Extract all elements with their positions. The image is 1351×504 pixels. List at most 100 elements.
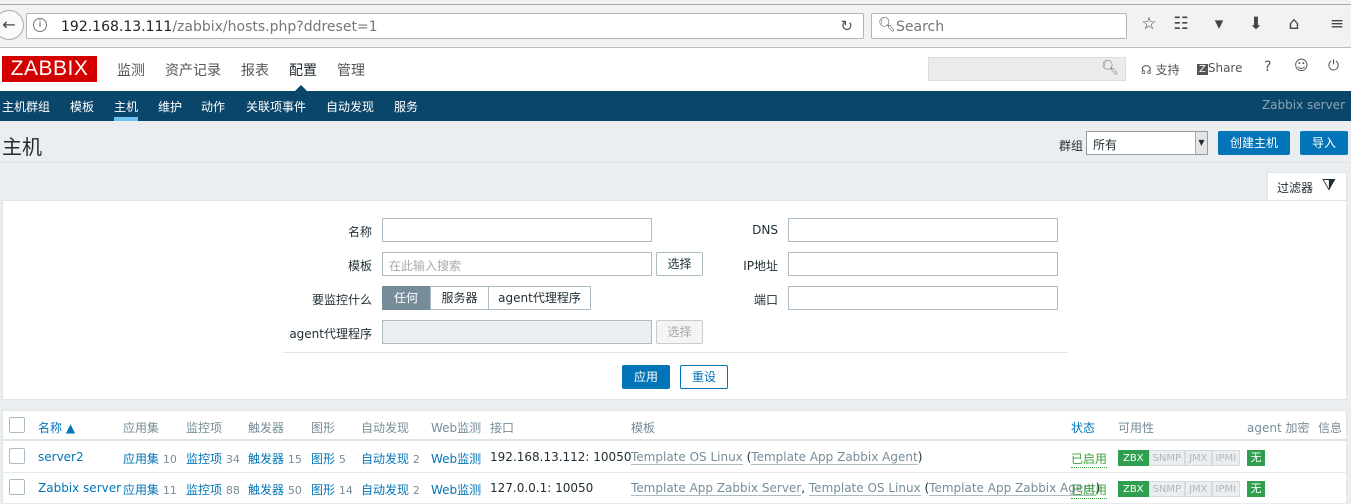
availability-ipmi: IPMI: [1211, 481, 1241, 497]
import-button[interactable]: 导入: [1300, 131, 1348, 155]
dns-label: DNS: [752, 223, 778, 237]
support-link[interactable]: ☊ 支持: [1141, 61, 1180, 78]
discovery-count: 2: [412, 484, 420, 497]
items-link[interactable]: 监控项 34: [186, 450, 240, 467]
template-label: 模板: [347, 259, 372, 273]
header-divider: [3, 439, 1346, 441]
host-name-link[interactable]: server2: [38, 450, 84, 464]
header-status[interactable]: 状态: [1071, 419, 1095, 436]
interface: 127.0.0.1: 10050: [490, 481, 594, 495]
select-all-checkbox[interactable]: [9, 417, 25, 433]
port-input[interactable]: [788, 286, 1058, 310]
share-label: Share: [1207, 61, 1243, 75]
ip-label: IP地址: [743, 259, 778, 273]
search-icon[interactable]: 🔍︎: [1101, 60, 1119, 76]
global-search-input[interactable]: 🔍︎: [928, 57, 1126, 81]
menu-inventory[interactable]: 资产记录: [165, 60, 221, 80]
host-name-link[interactable]: Zabbix server: [38, 481, 121, 495]
template-link[interactable]: Template App Zabbix Server: [631, 481, 802, 496]
graphs-label: 图形: [311, 452, 336, 466]
nav-discovery[interactable]: 自动发现: [326, 98, 374, 115]
nav-hosts[interactable]: 主机: [114, 98, 138, 115]
browser-search[interactable]: 🔍︎ Search: [871, 13, 1127, 39]
row-checkbox[interactable]: [9, 448, 25, 464]
info-icon[interactable]: i: [33, 18, 47, 32]
monitored-by-server[interactable]: 服务器: [430, 286, 489, 310]
reload-icon[interactable]: ↻: [840, 17, 853, 35]
discovery-link[interactable]: 自动发现 2: [361, 481, 420, 498]
nav-templates[interactable]: 模板: [70, 98, 94, 115]
ip-input[interactable]: [788, 252, 1058, 276]
active-nav-indicator: [114, 117, 138, 121]
header-name[interactable]: 名称 ▲: [38, 419, 75, 436]
row-checkbox[interactable]: [9, 479, 25, 495]
url-path: /zabbix/hosts.php?ddreset=1: [172, 19, 378, 35]
help-icon[interactable]: ?: [1264, 59, 1271, 75]
share-link[interactable]: Z Share: [1197, 61, 1243, 75]
template-select-button[interactable]: 选择: [656, 252, 703, 276]
items-link[interactable]: 监控项 88: [186, 481, 240, 498]
template-link[interactable]: Template OS Linux: [808, 481, 921, 496]
group-select[interactable]: 所有 ▼: [1086, 131, 1208, 155]
pocket-icon[interactable]: ▾: [1208, 14, 1230, 34]
nav-actions[interactable]: 动作: [201, 98, 225, 115]
triggers-link[interactable]: 触发器 50: [248, 481, 302, 498]
monitored-by-any[interactable]: 任何: [382, 286, 430, 310]
parent-template-link[interactable]: Template App Zabbix Agent: [751, 450, 918, 465]
divider: [0, 162, 1351, 163]
name-input[interactable]: [382, 218, 652, 242]
status-toggle[interactable]: 已启用: [1071, 481, 1108, 499]
menu-administration[interactable]: 管理: [337, 60, 365, 80]
menu-reports[interactable]: 报表: [241, 60, 269, 80]
header-items: 监控项: [186, 421, 223, 435]
availability-zbx: ZBX: [1118, 450, 1149, 466]
discovery-count: 2: [412, 453, 420, 466]
availability-badges: ZBX SNMP JMX IPMI: [1118, 450, 1241, 466]
applications-link[interactable]: 应用集 10: [123, 450, 177, 467]
triggers-link[interactable]: 触发器 15: [248, 450, 302, 467]
web-link[interactable]: Web监测: [431, 450, 481, 467]
user-profile-icon[interactable]: ☺: [1294, 58, 1309, 74]
graphs-count: 5: [338, 453, 346, 466]
template-link[interactable]: Template OS Linux: [631, 450, 743, 465]
availability-snmp: SNMP: [1148, 481, 1186, 497]
reading-list-icon[interactable]: ☷: [1170, 14, 1192, 34]
menu-monitoring[interactable]: 监测: [117, 60, 145, 80]
header-applications: 应用集: [123, 421, 160, 435]
header-triggers: 触发器: [248, 421, 285, 435]
applications-link[interactable]: 应用集 11: [123, 481, 177, 498]
apply-button[interactable]: 应用: [622, 365, 670, 389]
menu-icon[interactable]: ≡: [1326, 14, 1348, 34]
discovery-link[interactable]: 自动发现 2: [361, 450, 420, 467]
download-icon[interactable]: ⬇: [1245, 14, 1267, 34]
menu-configuration[interactable]: 配置: [289, 60, 317, 80]
status-toggle[interactable]: 已启用: [1071, 450, 1108, 468]
create-host-button[interactable]: 创建主机: [1218, 131, 1290, 155]
monitored-by-proxy[interactable]: agent代理程序: [488, 286, 591, 310]
template-input[interactable]: 在此输入搜索: [382, 252, 652, 276]
url-bar[interactable]: i 192.168.13.111/zabbix/hosts.php?ddrese…: [26, 13, 864, 39]
home-icon[interactable]: ⌂: [1283, 14, 1305, 34]
header-encryption: agent 加密: [1247, 421, 1310, 435]
reset-button[interactable]: 重设: [680, 365, 728, 389]
web-link[interactable]: Web监测: [431, 481, 481, 498]
proxy-select-button: 选择: [656, 320, 703, 344]
name-label: 名称: [347, 225, 372, 239]
logout-icon[interactable]: ⏻: [1328, 58, 1339, 74]
filter-tab[interactable]: 过滤器 ⧩: [1267, 172, 1347, 201]
header-templates: 模板: [631, 421, 656, 435]
nav-host-groups[interactable]: 主机群组: [2, 98, 50, 115]
nav-services[interactable]: 服务: [394, 98, 418, 115]
graphs-link[interactable]: 图形 5: [311, 450, 346, 467]
triggers-label: 触发器: [248, 483, 285, 497]
nav-maintenance[interactable]: 维护: [158, 98, 182, 115]
zabbix-logo[interactable]: ZABBIX: [2, 56, 97, 82]
applications-count: 10: [162, 453, 177, 466]
nav-correlation[interactable]: 关联项事件: [246, 98, 306, 115]
items-count: 34: [225, 453, 240, 466]
graphs-link[interactable]: 图形 14: [311, 481, 353, 498]
star-icon[interactable]: ☆: [1138, 14, 1160, 34]
header-web: Web监测: [431, 421, 482, 435]
dns-input[interactable]: [788, 218, 1058, 242]
applications-label: 应用集: [123, 483, 160, 497]
